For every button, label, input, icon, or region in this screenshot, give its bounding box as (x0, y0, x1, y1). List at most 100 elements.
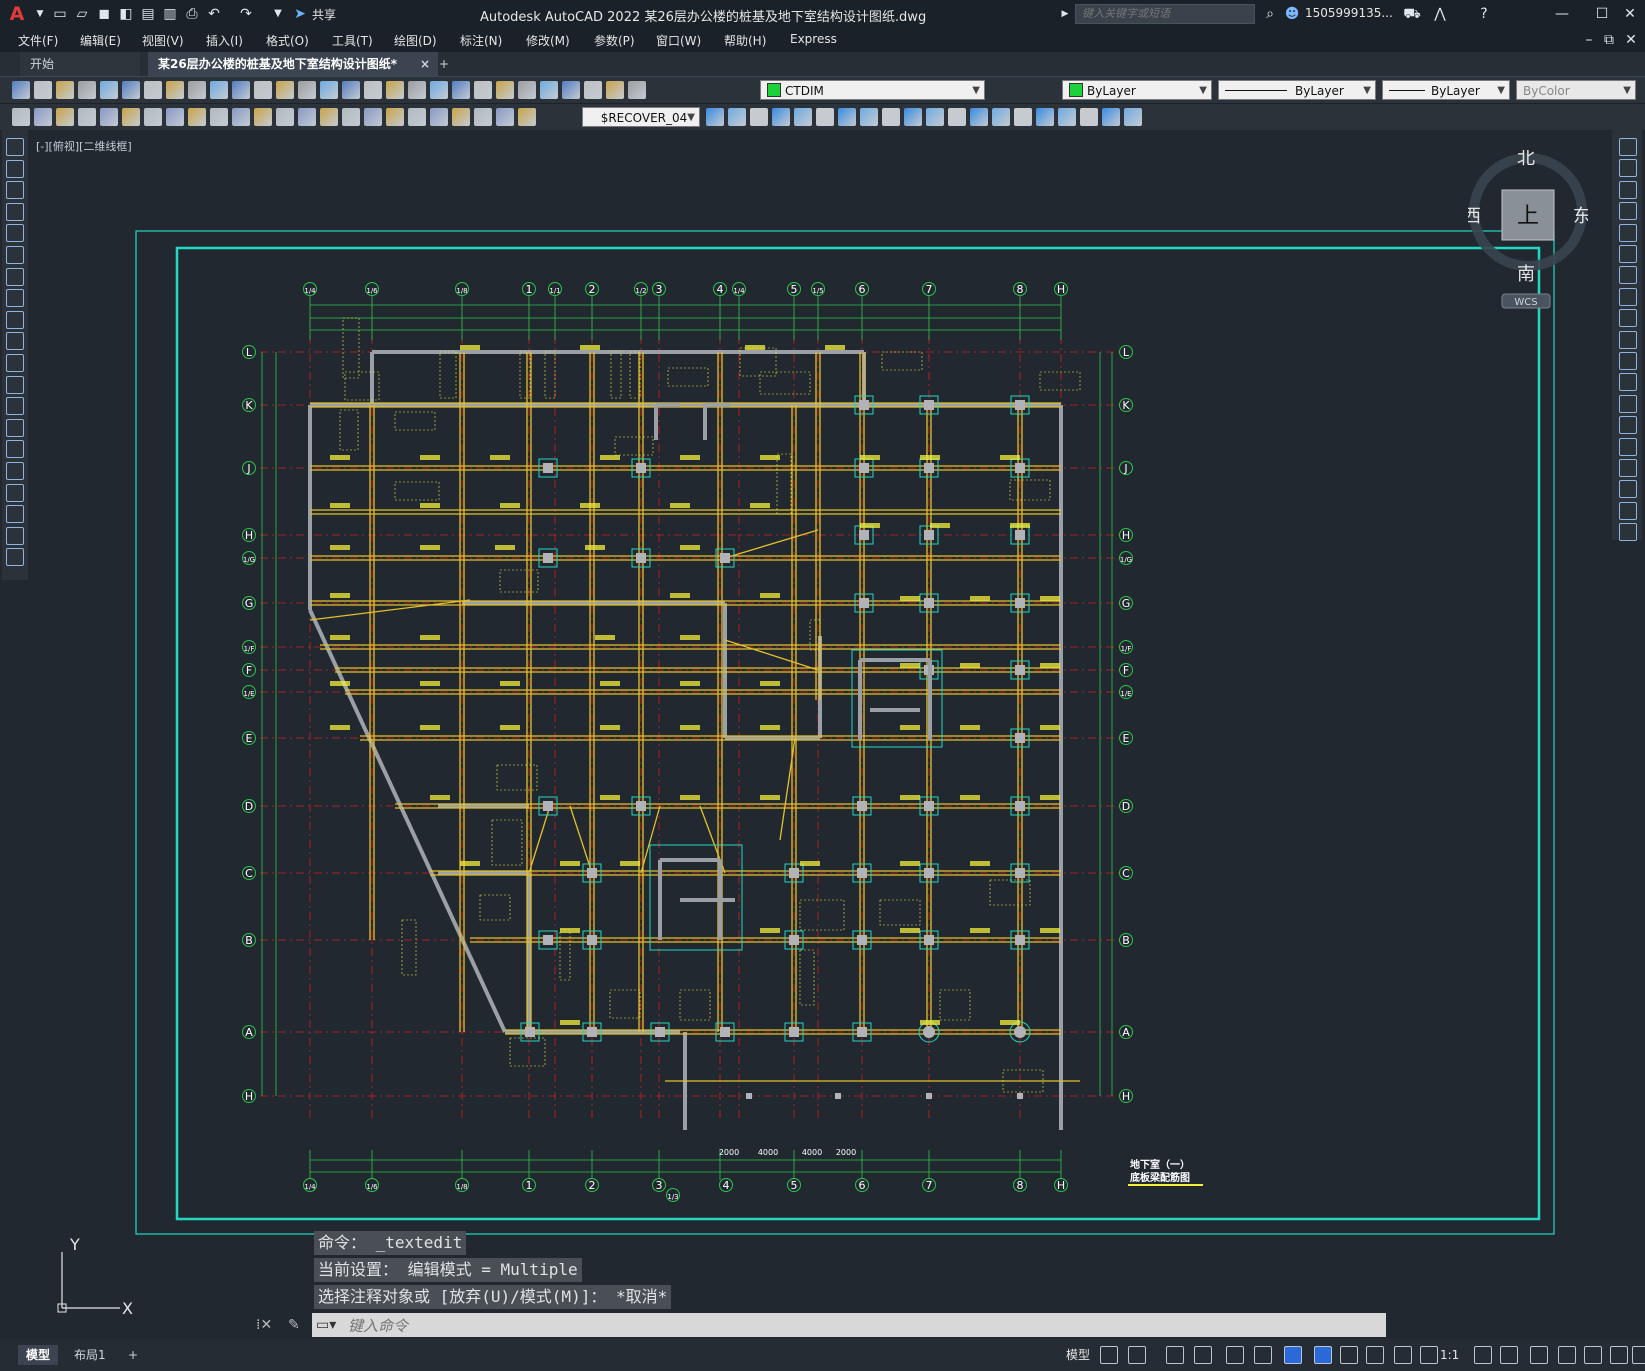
close-window-icon[interactable]: ✕ (1620, 4, 1640, 24)
new-tab-button[interactable]: + (432, 52, 456, 76)
dim-space-icon[interactable] (254, 108, 272, 126)
layer-manager-icon[interactable] (518, 81, 536, 99)
doc-minimize-icon[interactable]: – (1580, 30, 1598, 50)
markup-icon[interactable] (452, 81, 470, 99)
insert-icon[interactable] (728, 108, 746, 126)
tab-close-icon[interactable]: × (420, 52, 430, 76)
extend-icon[interactable] (1619, 352, 1637, 370)
menu-express[interactable]: Express (790, 32, 837, 46)
break-icon[interactable] (1619, 394, 1637, 413)
dim-style-icon[interactable] (452, 108, 470, 126)
jogged-dim-icon[interactable] (122, 108, 140, 126)
construction-line-icon[interactable] (6, 159, 24, 178)
command-line-grip-icon[interactable]: ⁞✕ (256, 1314, 276, 1336)
share-label[interactable]: 共享 (312, 6, 336, 23)
compass-west[interactable]: 西 (1463, 206, 1481, 227)
help-icon[interactable]: ? (1474, 4, 1494, 24)
break-icon[interactable] (1058, 108, 1076, 126)
ungroup-icon[interactable] (838, 108, 856, 126)
match-icon[interactable] (210, 81, 228, 99)
aligned-dim-icon[interactable] (496, 108, 514, 126)
command-recent-icon[interactable]: ▭▾ (316, 1315, 346, 1335)
menu-tools[interactable]: 工具(T) (332, 32, 373, 49)
ellipse-icon[interactable] (6, 332, 24, 351)
make-block-icon[interactable] (6, 397, 24, 416)
qnew-icon[interactable] (12, 81, 30, 99)
array-icon[interactable] (970, 108, 988, 126)
line-icon[interactable] (6, 138, 24, 156)
scale-icon[interactable] (926, 108, 944, 126)
selection-cycling-icon[interactable] (1394, 1346, 1412, 1364)
cart-icon[interactable]: ⛟ (1402, 4, 1422, 24)
polyline-icon[interactable] (6, 181, 24, 200)
group-icon[interactable] (816, 108, 834, 126)
aligned-dim-icon[interactable] (34, 108, 52, 126)
menu-modify[interactable]: 修改(M) (526, 32, 570, 49)
menu-format[interactable]: 格式(O) (266, 32, 309, 49)
doc-restore-icon[interactable]: ⧉ (1600, 30, 1618, 50)
layer-select[interactable]: CTDIM ▼ (760, 80, 985, 100)
preview-icon[interactable] (100, 81, 118, 99)
trim-icon[interactable] (1014, 108, 1032, 126)
model-space-button[interactable]: 模型 (1058, 1345, 1098, 1365)
open-file-icon[interactable]: ▱ (72, 4, 92, 24)
save-icon[interactable]: ◼ (94, 4, 114, 24)
erase-icon[interactable] (1619, 138, 1637, 156)
layer-lock-icon[interactable] (606, 81, 624, 99)
spline-icon[interactable] (6, 310, 24, 329)
publish-icon[interactable] (122, 81, 140, 99)
qnew-icon[interactable] (628, 81, 646, 99)
search-expand-icon[interactable]: ▶ (1058, 4, 1072, 24)
properties-icon[interactable] (364, 81, 382, 99)
arc-icon[interactable] (6, 246, 24, 264)
point-icon[interactable] (6, 418, 24, 437)
viewport-controls-label[interactable]: [-][俯视][二维线框] (36, 138, 132, 154)
help-search-input[interactable] (1075, 4, 1255, 24)
search-icon[interactable]: ⌕ (1260, 4, 1280, 24)
diameter-dim-icon[interactable] (144, 108, 162, 126)
rotate-icon[interactable] (904, 108, 922, 126)
annotation-monitor-icon[interactable] (1558, 1346, 1576, 1364)
tab-start[interactable]: 开始 (20, 52, 140, 76)
chamfer-icon[interactable] (1102, 108, 1120, 126)
insert-block-icon[interactable] (6, 375, 24, 394)
fillet-icon[interactable] (1619, 459, 1637, 477)
compass-north[interactable]: 北 (1517, 148, 1535, 169)
multiline-text-icon[interactable] (6, 526, 24, 545)
layer-freeze-icon[interactable] (584, 81, 602, 99)
units-icon[interactable] (1584, 1346, 1602, 1364)
quick-properties-icon[interactable] (1610, 1346, 1628, 1364)
mirror-icon[interactable] (948, 108, 966, 126)
new-file-icon[interactable]: ▭ (50, 4, 70, 24)
copy-icon[interactable] (166, 81, 184, 99)
command-input[interactable] (346, 1313, 1350, 1339)
polar-icon[interactable] (1226, 1346, 1244, 1364)
save-icon[interactable] (56, 81, 74, 99)
tab-document[interactable]: 某26层办公楼的桩基及地下室结构设计图纸* × (148, 52, 438, 76)
layout-tab-model[interactable]: 模型 (18, 1345, 59, 1365)
user-icon[interactable]: ☻ (1282, 4, 1302, 24)
menu-parametric[interactable]: 参数(P) (594, 32, 635, 49)
move-icon[interactable] (1619, 245, 1637, 263)
rotate-icon[interactable] (1619, 266, 1637, 285)
export-icon[interactable]: ▥ (160, 4, 180, 24)
join-icon[interactable] (1619, 416, 1637, 435)
color-select[interactable]: ByLayer ▼ (1062, 80, 1212, 100)
layer-state-icon[interactable] (540, 81, 558, 99)
pan-icon[interactable] (276, 81, 294, 99)
user-name[interactable]: 1505999135... (1305, 6, 1393, 20)
menu-view[interactable]: 视图(V) (142, 32, 184, 49)
inspect-icon[interactable] (342, 108, 360, 126)
menu-file[interactable]: 文件(F) (18, 32, 58, 49)
baseline-dim-icon[interactable] (210, 108, 228, 126)
osnap-icon[interactable] (1314, 1346, 1332, 1364)
ortho-icon[interactable] (1194, 1346, 1212, 1364)
tolerance-icon[interactable] (298, 108, 316, 126)
region-icon[interactable] (6, 483, 24, 502)
zoom-realtime-icon[interactable] (298, 81, 316, 99)
angular-dim-icon[interactable] (166, 108, 184, 126)
annotation-scale[interactable]: 1:1 (1432, 1345, 1467, 1365)
menu-edit[interactable]: 编辑(E) (80, 32, 121, 49)
undo-icon[interactable] (232, 81, 250, 99)
viewcube[interactable]: 上 北 南 东 西 WCS (1463, 148, 1591, 310)
